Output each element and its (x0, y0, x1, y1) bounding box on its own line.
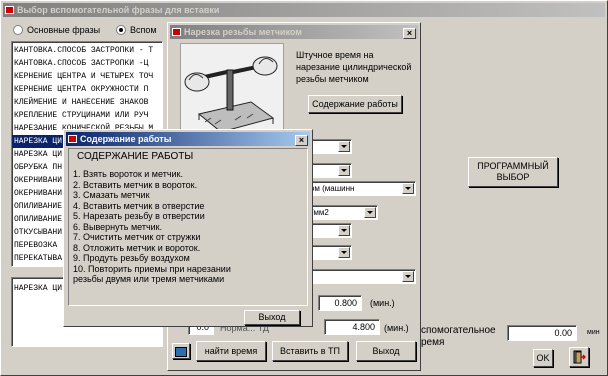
content-heading: СОДЕРЖАНИЕ РАБОТЫ (77, 151, 194, 162)
list-item[interactable]: КРЕПЛЕНИЕ СТРУЦИНАМИ ИЛИ РУЧ (12, 109, 162, 122)
work-step: 7. Очистить метчик от стружки (73, 232, 201, 242)
work-step: 6. Вывернуть метчик. (73, 221, 163, 232)
work-step: 8. Отложить метчик и вороток. (73, 242, 201, 253)
thread-window-title: Нарезка резьбы метчиком (184, 27, 302, 37)
work-step: 2. Вставить метчик в вороток. (73, 179, 198, 190)
program-select-label: ПРОГРАММНЫЙ ВЫБОР (477, 161, 549, 182)
tap-wrench-illustration (180, 43, 284, 141)
thread-description: Штучное время на нарезание цилиндрическо… (296, 50, 412, 84)
work-step: 10. Повторить приемы при нарезании (73, 263, 231, 274)
content-text-area: СОДЕРЖАНИЕ РАБОТЫ 1. Взять вороток и мет… (68, 148, 308, 306)
chevron-down-icon[interactable] (402, 271, 414, 282)
close-icon[interactable]: × (403, 28, 416, 39)
content-exit-label: Выход (258, 312, 286, 322)
tap-wrench-drawing (184, 56, 278, 138)
chevron-down-icon[interactable] (338, 141, 350, 152)
program-select-button[interactable]: ПРОГРАММНЫЙ ВЫБОР (468, 157, 558, 187)
radio-aux-circle[interactable] (116, 25, 126, 35)
thread-exit-button[interactable]: Выход (356, 341, 416, 361)
work-step: 1. Взять вороток и метчик. (73, 169, 183, 179)
content-window: Содержание работы × СОДЕРЖАНИЕ РАБОТЫ 1.… (63, 129, 313, 327)
exit-door-icon (573, 350, 586, 364)
insert-tp-label: Вставить в ТП (280, 346, 340, 356)
find-time-label: найти время (204, 346, 258, 356)
radio-aux-dot (119, 28, 123, 32)
radio-basic-circle[interactable] (13, 25, 23, 35)
aux-time-unit: мин (587, 329, 600, 336)
content-window-titlebar: Содержание работы × (66, 132, 310, 146)
chevron-down-icon[interactable] (338, 225, 350, 236)
content-of-work-label: Содержание работы (312, 99, 398, 109)
main-window-title: Выбор вспомогательной фразы для вставки (17, 5, 220, 15)
thread-exit-label: Выход (372, 346, 400, 356)
radio-aux-label: Вспом (130, 25, 157, 35)
work-step: 4. Вставить метчик в отверстие (73, 200, 205, 211)
time-field-2[interactable]: 4.800 (324, 319, 380, 335)
time-field-1[interactable]: 0.800 (318, 295, 362, 311)
content-window-title: Содержание работы (80, 134, 172, 144)
chevron-down-icon[interactable] (402, 183, 414, 194)
list-item[interactable]: КЛЕЙМЕНИЕ И НАНЕСЕНИЕ ЗНАКОВ (12, 96, 162, 109)
content-of-work-button[interactable]: Содержание работы (308, 95, 402, 113)
chevron-down-icon[interactable] (338, 165, 350, 176)
chevron-down-icon[interactable] (364, 207, 376, 218)
insert-tp-button[interactable]: Вставить в ТП (272, 341, 348, 361)
list-item[interactable]: КЕРНЕНИЕ ЦЕНТРА И ЧЕТЫРЕХ ТОЧ (12, 70, 162, 83)
time-unit-1: (мин.) (370, 298, 395, 308)
work-steps-list: 1. Взять вороток и метчик. 2. Вставить ме… (73, 169, 231, 285)
list-item[interactable]: КАНТОВКА.СПОСОБ ЗАСТРОПКИ - Т (12, 44, 162, 57)
work-step: 9. Продуть резьбу воздухом (73, 253, 190, 263)
thread-window-icon (172, 28, 181, 36)
calculator-button[interactable] (172, 343, 190, 359)
aux-time-label: спомогательное (421, 325, 496, 336)
list-item[interactable]: КАНТОВКА.СПОСОБ ЗАСТРОПКИ -Ц (12, 57, 162, 70)
aux-time-label-2: ремя (421, 337, 445, 348)
radio-basic-label: Основные фразы (27, 25, 101, 35)
thread-window-titlebar: Нарезка резьбы метчиком × (170, 25, 418, 39)
list-item[interactable]: КЕРНЕНИЕ ЦЕНТРА ОКРУЖНОСТИ П (12, 83, 162, 96)
close-icon[interactable]: × (295, 135, 308, 146)
work-step: 3. Смазать метчик (73, 190, 150, 200)
time-unit-2: (мин.) (384, 323, 409, 333)
ok-button[interactable]: OK (533, 349, 553, 367)
work-step: резьбы двумя или тремя метчиками (73, 274, 225, 284)
app-icon (5, 6, 14, 14)
work-step: 5. Нарезать резьбу в отверстии (73, 211, 205, 221)
ok-label: OK (536, 353, 550, 363)
exit-door-button[interactable] (569, 347, 589, 367)
main-window-titlebar: Выбор вспомогательной фразы для вставки (3, 3, 605, 17)
chevron-down-icon[interactable] (338, 247, 350, 258)
aux-time-field[interactable]: 0.00 (507, 325, 577, 341)
content-window-icon (68, 135, 77, 143)
find-time-button[interactable]: найти время (196, 341, 266, 361)
content-exit-button[interactable]: Выход (244, 310, 300, 325)
calculator-icon (175, 347, 187, 357)
